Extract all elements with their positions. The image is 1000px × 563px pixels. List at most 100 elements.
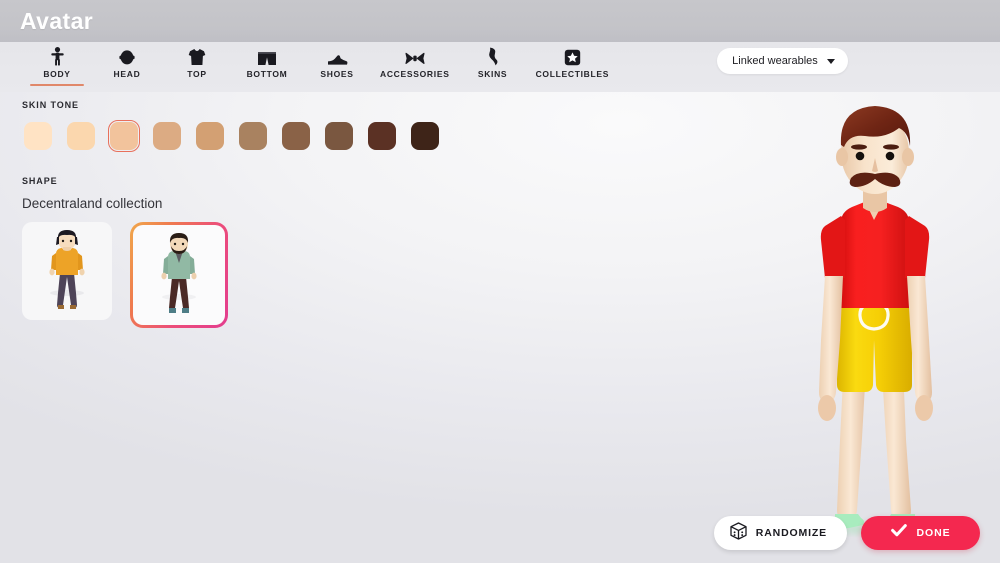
female-avatar-thumbnail xyxy=(49,230,85,309)
skin-tone-color xyxy=(239,122,267,150)
collection-title: Decentraland collection xyxy=(22,196,163,211)
tab-top-label: TOP xyxy=(187,69,207,79)
avatar-right-eye xyxy=(885,151,895,161)
skin-tone-swatch-8[interactable] xyxy=(366,120,398,152)
skin-tone-color xyxy=(282,122,310,150)
avatar-right-eyebrow xyxy=(883,144,899,150)
avatar-shorts-drawstring xyxy=(858,300,890,331)
shorts-icon xyxy=(257,46,277,66)
tab-indicator xyxy=(388,84,442,86)
page-title: Avatar xyxy=(20,7,94,34)
avatar-left-eyebrow xyxy=(851,144,867,150)
skin-tone-color xyxy=(110,122,138,150)
skin-tone-swatch-1[interactable] xyxy=(65,120,97,152)
tab-head-label: HEAD xyxy=(113,69,141,79)
tab-indicator xyxy=(240,84,294,86)
skin-tone-color xyxy=(368,122,396,150)
tab-shoes-label: SHOES xyxy=(320,69,354,79)
body-shape-card-female[interactable] xyxy=(22,222,112,320)
avatar-nose xyxy=(872,158,878,172)
done-button-label: DONE xyxy=(916,527,951,539)
star-box-icon xyxy=(564,46,581,66)
category-tab-bar[interactable]: BODY HEAD TOP BOTTOM SHOES ACCESSORIES S… xyxy=(0,42,1000,92)
tab-accessories-label: ACCESSORIES xyxy=(380,69,450,79)
avatar-mustache xyxy=(849,172,901,187)
tab-indicator xyxy=(310,84,364,86)
skin-tone-swatch-5[interactable] xyxy=(237,120,269,152)
tab-active-indicator xyxy=(30,84,84,86)
skin-tone-swatch-9[interactable] xyxy=(409,120,441,152)
tab-body[interactable]: BODY xyxy=(22,42,92,86)
avatar-neck xyxy=(863,180,887,212)
window-title-bar: Avatar xyxy=(0,0,1000,42)
avatar-3d-model[interactable] xyxy=(745,40,1000,563)
randomize-button[interactable]: RANDOMIZE xyxy=(713,516,847,550)
tab-head[interactable]: HEAD xyxy=(92,42,162,86)
randomize-button-label: RANDOMIZE xyxy=(755,527,827,539)
tab-indicator xyxy=(100,84,154,86)
avatar-shorts xyxy=(837,295,912,392)
tab-bottom-label: BOTTOM xyxy=(246,69,288,79)
skin-tone-swatch-4[interactable] xyxy=(194,120,226,152)
bowtie-icon xyxy=(405,46,425,66)
avatar-hair xyxy=(840,106,911,147)
skin-icon xyxy=(487,46,499,66)
avatar-right-ear xyxy=(902,148,914,166)
avatar-right-hand xyxy=(915,395,933,421)
action-bar: RANDOMIZE DONE xyxy=(713,516,980,550)
avatar-right-arm xyxy=(907,276,932,402)
avatar-head xyxy=(841,112,909,194)
card-inner xyxy=(133,225,225,325)
tab-collectibles-label: COLLECTIBLES xyxy=(535,69,610,79)
skin-tone-color xyxy=(411,122,439,150)
skin-tone-color xyxy=(24,122,52,150)
skin-tone-swatch-6[interactable] xyxy=(280,120,312,152)
skin-tone-color xyxy=(325,122,353,150)
skin-tone-color xyxy=(196,122,224,150)
skin-tone-color xyxy=(153,122,181,150)
avatar-left-arm xyxy=(819,276,843,402)
head-icon xyxy=(118,46,136,66)
chevron-down-icon xyxy=(826,58,835,64)
skin-tone-swatch-3[interactable] xyxy=(151,120,183,152)
tshirt-icon xyxy=(188,46,206,66)
avatar-tshirt xyxy=(841,201,909,308)
person-icon xyxy=(50,46,65,66)
skin-tone-swatch-0[interactable] xyxy=(22,120,54,152)
linked-wearables-dropdown[interactable]: Linked wearables xyxy=(717,48,848,74)
skin-tone-section-label: SKIN TONE xyxy=(22,100,79,110)
avatar-figure xyxy=(811,106,935,538)
avatar-left-sleeve xyxy=(820,216,845,278)
tab-indicator xyxy=(466,84,520,86)
body-shape-card-list[interactable] xyxy=(22,222,662,328)
avatar-left-hand xyxy=(818,395,836,421)
skin-tone-swatch-list[interactable] xyxy=(22,120,662,152)
tab-skins-label: SKINS xyxy=(477,69,508,79)
tab-indicator xyxy=(170,84,224,86)
tab-accessories[interactable]: ACCESSORIES xyxy=(372,42,458,86)
tab-shoes[interactable]: SHOES xyxy=(302,42,372,86)
avatar-right-sleeve xyxy=(905,216,930,278)
skin-tone-swatch-7[interactable] xyxy=(323,120,355,152)
tab-top[interactable]: TOP xyxy=(162,42,232,86)
avatar-right-leg xyxy=(880,340,911,521)
linked-wearables-label: Linked wearables xyxy=(732,55,818,67)
shoe-icon xyxy=(327,46,348,66)
avatar-neckline xyxy=(865,201,884,220)
done-button[interactable]: DONE xyxy=(861,516,980,550)
tab-collectibles[interactable]: COLLECTIBLES xyxy=(528,42,618,86)
avatar-left-eye xyxy=(855,151,865,161)
dice-icon xyxy=(730,521,747,545)
tab-indicator xyxy=(545,84,599,86)
avatar-left-ear xyxy=(836,148,848,166)
male-avatar-thumbnail xyxy=(161,233,197,313)
avatar-editor-screen: Avatar BODY HEAD TOP BOTTOM SHOES ACCESS… xyxy=(0,0,1000,563)
skin-tone-color xyxy=(67,122,95,150)
skin-tone-swatch-2[interactable] xyxy=(108,120,140,152)
options-panel: SKIN TONE SHAPE Decentraland collection xyxy=(22,100,662,328)
tab-bottom[interactable]: BOTTOM xyxy=(232,42,302,86)
body-shape-card-male[interactable] xyxy=(130,222,228,328)
tab-skins[interactable]: SKINS xyxy=(458,42,528,86)
shape-section-label: SHAPE xyxy=(22,176,58,186)
avatar-left-leg xyxy=(837,340,867,521)
